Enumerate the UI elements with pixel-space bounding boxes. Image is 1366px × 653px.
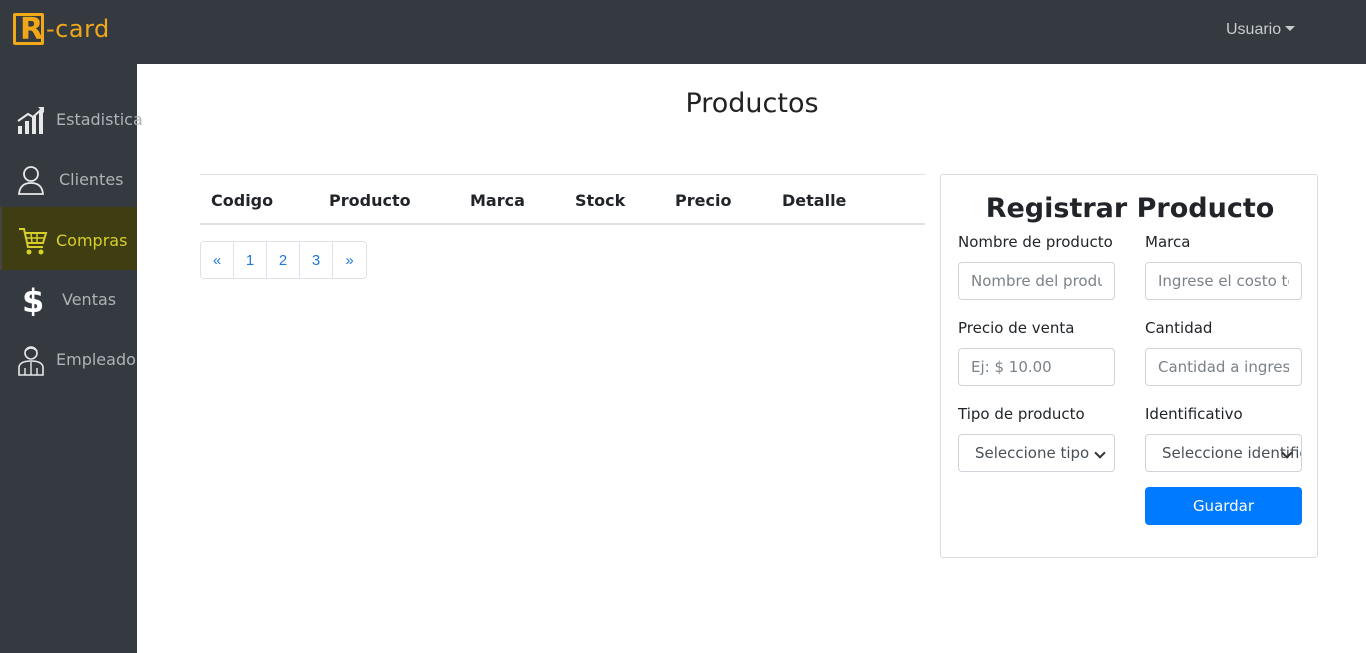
brand-input[interactable] xyxy=(1145,262,1302,300)
sidebar-item-ventas[interactable]: $ Ventas xyxy=(0,270,137,330)
chevron-down-icon xyxy=(1094,447,1106,459)
column-header-precio[interactable]: Precio xyxy=(675,191,731,210)
logo-mark: R xyxy=(13,12,44,47)
user-menu-dropdown[interactable]: Usuario xyxy=(1226,21,1296,39)
user-icon xyxy=(18,166,44,195)
pagination-previous[interactable]: « xyxy=(201,242,234,278)
quantity-input[interactable] xyxy=(1145,348,1302,386)
column-header-codigo[interactable]: Codigo xyxy=(211,191,273,210)
dollar-icon: $ xyxy=(22,284,44,316)
identifier-label: Identificativo xyxy=(1145,405,1243,423)
page-title: Productos xyxy=(685,88,819,119)
pagination-next[interactable]: » xyxy=(333,242,366,278)
sidebar-item-estadistica[interactable]: Estadistica xyxy=(0,90,143,150)
card-title: Registrar Producto xyxy=(985,193,1275,224)
brand-logo[interactable]: R -card xyxy=(13,12,110,47)
employee-icon xyxy=(18,346,44,376)
product-type-select[interactable]: Seleccione tipo xyxy=(958,434,1115,472)
svg-text:$: $ xyxy=(22,284,44,316)
sidebar: Estadistica Clientes Compras $ Ventas Em… xyxy=(0,64,143,653)
shopping-cart-icon xyxy=(19,228,48,255)
brand-label: Marca xyxy=(1145,233,1191,251)
user-menu-label: Usuario xyxy=(1226,21,1282,38)
bar-chart-icon xyxy=(17,107,44,134)
sidebar-item-label: Ventas xyxy=(62,290,117,309)
column-header-stock[interactable]: Stock xyxy=(575,191,625,210)
top-navbar: R -card Usuario xyxy=(0,0,1366,64)
save-button[interactable]: Guardar xyxy=(1145,487,1302,525)
sidebar-item-label: Compras xyxy=(56,231,128,250)
logo-text: -card xyxy=(46,15,110,43)
pagination-page-1[interactable]: 1 xyxy=(234,242,267,278)
identifier-select[interactable]: Seleccione identificativo xyxy=(1145,434,1302,472)
products-table: Codigo Producto Marca Stock Precio Detal… xyxy=(200,174,925,225)
caret-down-icon xyxy=(1285,26,1296,31)
quantity-label: Cantidad xyxy=(1145,319,1213,337)
register-product-card: Registrar Producto Nombre de producto Ma… xyxy=(940,174,1318,558)
sidebar-item-label: Clientes xyxy=(59,170,124,189)
sale-price-input[interactable] xyxy=(958,348,1115,386)
product-name-label: Nombre de producto xyxy=(958,233,1113,251)
product-name-input[interactable] xyxy=(958,262,1115,300)
product-type-selected: Seleccione tipo xyxy=(975,444,1090,462)
sidebar-item-empleado[interactable]: Empleado xyxy=(0,330,137,390)
pagination-page-2[interactable]: 2 xyxy=(267,242,300,278)
pagination: « 1 2 3 » xyxy=(200,241,367,279)
product-type-label: Tipo de producto xyxy=(958,405,1085,423)
logo-letter: R xyxy=(20,12,44,47)
sidebar-item-label: Estadistica xyxy=(56,110,143,129)
sale-price-label: Precio de venta xyxy=(958,319,1075,337)
pagination-page-3[interactable]: 3 xyxy=(300,242,333,278)
column-header-detalle[interactable]: Detalle xyxy=(782,191,846,210)
column-header-marca[interactable]: Marca xyxy=(470,191,525,210)
sidebar-item-clientes[interactable]: Clientes xyxy=(0,150,137,210)
sidebar-item-label: Empleado xyxy=(56,350,136,369)
column-header-producto[interactable]: Producto xyxy=(329,191,411,210)
sidebar-item-compras[interactable]: Compras xyxy=(0,207,137,270)
